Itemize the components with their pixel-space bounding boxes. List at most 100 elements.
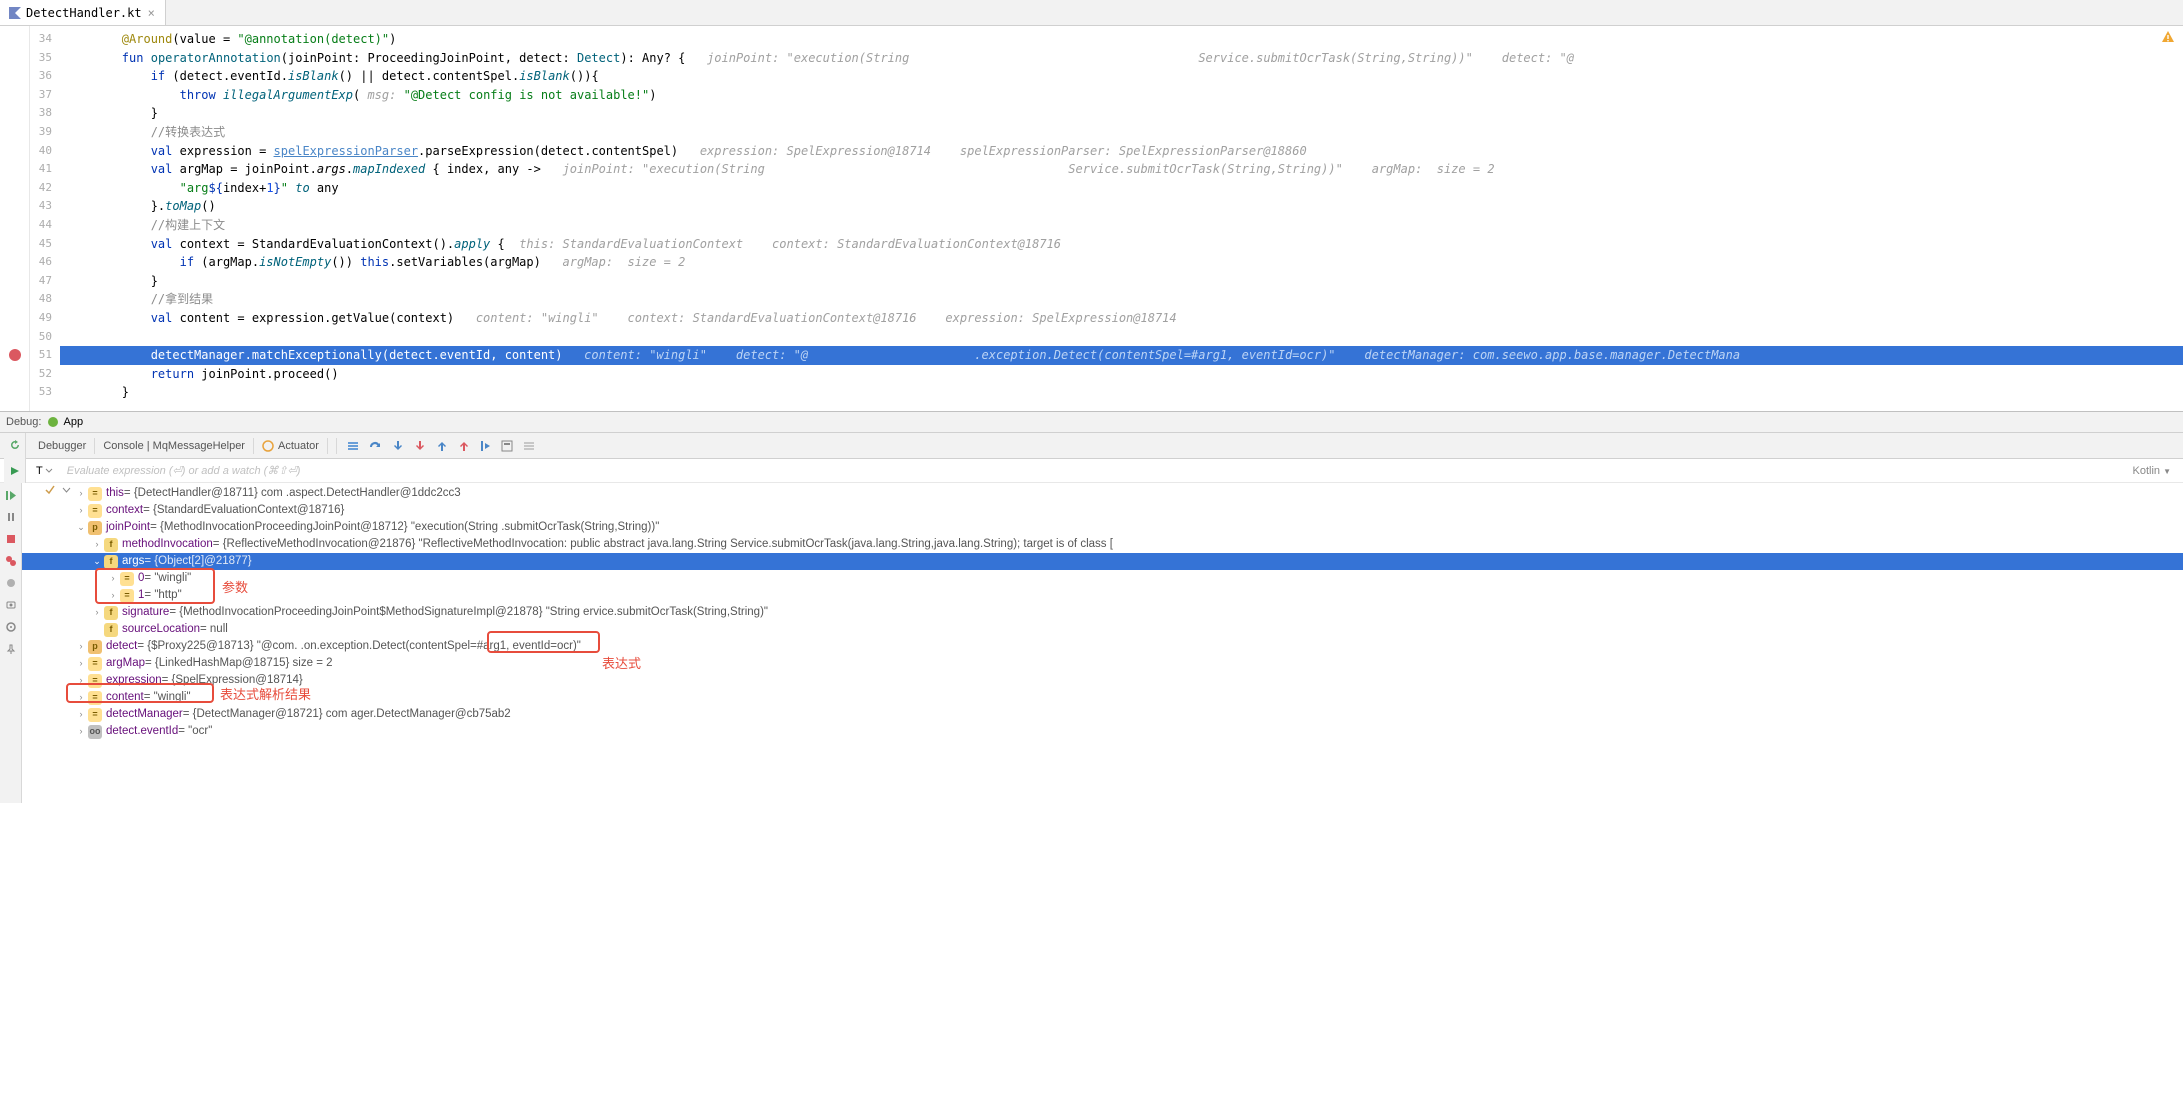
variable-badge: = <box>88 504 102 518</box>
language-selector[interactable]: Kotlin ▼ <box>2132 465 2179 477</box>
expand-arrow[interactable]: › <box>74 723 88 740</box>
settings-icon[interactable] <box>3 619 19 635</box>
expand-arrow[interactable]: › <box>74 502 88 519</box>
variable-row[interactable]: ›=expression = {SpelExpression@18714} <box>22 672 2183 689</box>
variable-value: = "wingli" <box>144 570 191 587</box>
close-tab-icon[interactable]: × <box>146 6 157 20</box>
variable-row[interactable]: ›=content = "wingli" <box>22 689 2183 706</box>
variable-badge: p <box>88 521 102 535</box>
drop-frame-icon[interactable] <box>455 438 471 454</box>
breakpoint-icon[interactable] <box>9 349 21 361</box>
code-line[interactable]: throw illegalArgumentExp( msg: "@Detect … <box>60 86 2183 105</box>
variable-name: context <box>106 502 143 519</box>
thread-selector[interactable]: T <box>30 463 59 479</box>
code-line[interactable]: val context = StandardEvaluationContext(… <box>60 235 2183 254</box>
code-line[interactable]: //构建上下文 <box>60 216 2183 235</box>
variable-row[interactable]: ›=1 = "http" <box>22 587 2183 604</box>
code-line[interactable]: "arg${index+1}" to any <box>60 179 2183 198</box>
expand-arrow[interactable]: › <box>106 587 120 604</box>
variable-badge: = <box>88 708 102 722</box>
trace-icon[interactable] <box>521 438 537 454</box>
variable-value: = {DetectManager@18721} com ager.DetectM… <box>183 706 511 723</box>
tab-debugger[interactable]: Debugger <box>30 438 95 454</box>
expand-arrow[interactable]: ⌄ <box>74 519 88 536</box>
run-to-cursor-icon[interactable] <box>477 438 493 454</box>
code-line[interactable]: val expression = spelExpressionParser.pa… <box>60 142 2183 161</box>
code-line[interactable]: //转换表达式 <box>60 123 2183 142</box>
chevron-down-icon <box>45 467 53 475</box>
variable-value: = "ocr" <box>178 723 212 740</box>
code-line[interactable]: @Around(value = "@annotation(detect)") <box>60 30 2183 49</box>
step-into-icon[interactable] <box>389 438 405 454</box>
variable-name: detect <box>106 638 137 655</box>
code-line[interactable]: }.toMap() <box>60 197 2183 216</box>
variable-badge: = <box>120 572 134 586</box>
code-line[interactable]: val content = expression.getValue(contex… <box>60 309 2183 328</box>
variable-row[interactable]: ›=this = {DetectHandler@18711} com .aspe… <box>22 485 2183 502</box>
variable-row[interactable]: ⌄fargs = {Object[2]@21877} <box>22 553 2183 570</box>
breakpoint-gutter[interactable] <box>0 26 30 411</box>
debug-config[interactable]: App <box>47 416 83 428</box>
variable-value: = {$Proxy225@18713} "@com. .on.exception… <box>137 638 581 655</box>
code-line[interactable]: } <box>60 104 2183 123</box>
expand-arrow[interactable]: › <box>106 570 120 587</box>
step-out-icon[interactable] <box>433 438 449 454</box>
variable-name: methodInvocation <box>122 536 213 553</box>
code-line[interactable]: } <box>60 272 2183 291</box>
variables-tree[interactable]: 参数 表达式 表达式解析结果 ›=this = {DetectHandler@1… <box>22 483 2183 803</box>
expand-arrow[interactable]: › <box>74 655 88 672</box>
code-line[interactable]: } <box>60 383 2183 402</box>
expand-arrow[interactable]: › <box>74 638 88 655</box>
variable-row[interactable]: ›pdetect = {$Proxy225@18713} "@com. .on.… <box>22 638 2183 655</box>
chevron-down-icon[interactable] <box>62 484 71 496</box>
rerun-icon[interactable] <box>7 437 23 453</box>
watch-bar: T Evaluate expression (⏎) or add a watch… <box>0 459 2183 483</box>
force-step-into-icon[interactable] <box>411 438 427 454</box>
code-line[interactable]: return joinPoint.proceed() <box>60 365 2183 384</box>
expand-arrow[interactable]: › <box>74 706 88 723</box>
actuator-icon <box>262 440 274 452</box>
step-over-icon[interactable] <box>367 438 383 454</box>
warning-icon[interactable] <box>2161 30 2175 44</box>
code-line[interactable] <box>60 328 2183 347</box>
get-thread-dump-icon[interactable] <box>3 597 19 613</box>
expand-arrow[interactable]: › <box>90 536 104 553</box>
variable-row[interactable]: ›=detectManager = {DetectManager@18721} … <box>22 706 2183 723</box>
evaluate-input[interactable]: Evaluate expression (⏎) or add a watch (… <box>63 464 2133 477</box>
debug-tool-window-header[interactable]: Debug: App <box>0 411 2183 433</box>
variable-row[interactable]: ›=0 = "wingli" <box>22 570 2183 587</box>
code-line[interactable]: fun operatorAnnotation(joinPoint: Procee… <box>60 49 2183 68</box>
expand-arrow[interactable]: ⌄ <box>90 553 104 570</box>
threads-icon[interactable] <box>345 438 361 454</box>
variable-row[interactable]: ›fsignature = {MethodInvocationProceedin… <box>22 604 2183 621</box>
variable-row[interactable]: ›=context = {StandardEvaluationContext@1… <box>22 502 2183 519</box>
variable-row[interactable]: ›oodetect.eventId = "ocr" <box>22 723 2183 740</box>
code-editor[interactable]: 3435363738394041424344454647484950515253… <box>0 26 2183 411</box>
code-line[interactable]: detectManager.matchExceptionally(detect.… <box>60 346 2183 365</box>
variable-row[interactable]: ⌄pjoinPoint = {MethodInvocationProceedin… <box>22 519 2183 536</box>
expand-arrow[interactable]: › <box>74 672 88 689</box>
modify-run-config-icon[interactable] <box>7 463 23 479</box>
view-breakpoints-icon[interactable] <box>3 553 19 569</box>
pause-icon[interactable] <box>3 509 19 525</box>
expand-arrow[interactable]: › <box>74 485 88 502</box>
evaluate-icon[interactable] <box>499 438 515 454</box>
expand-arrow[interactable]: › <box>90 604 104 621</box>
variable-row[interactable]: ›=argMap = {LinkedHashMap@18715} size = … <box>22 655 2183 672</box>
file-tab[interactable]: DetectHandler.kt × <box>0 0 166 25</box>
pin-tab-icon[interactable] <box>3 641 19 657</box>
variable-value: = "wingli" <box>144 689 191 706</box>
resume-icon[interactable] <box>3 487 19 503</box>
tab-console[interactable]: Console | MqMessageHelper <box>95 438 254 454</box>
code-line[interactable]: val argMap = joinPoint.args.mapIndexed {… <box>60 160 2183 179</box>
code-line[interactable]: //拿到结果 <box>60 290 2183 309</box>
mute-breakpoints-icon[interactable] <box>3 575 19 591</box>
variable-row[interactable]: fsourceLocation = null <box>22 621 2183 638</box>
code-line[interactable]: if (detect.eventId.isBlank() || detect.c… <box>60 67 2183 86</box>
tab-actuator[interactable]: Actuator <box>254 438 328 454</box>
stop-icon[interactable] <box>3 531 19 547</box>
expand-arrow[interactable]: › <box>74 689 88 706</box>
code-line[interactable]: if (argMap.isNotEmpty()) this.setVariabl… <box>60 253 2183 272</box>
variable-row[interactable]: ›fmethodInvocation = {ReflectiveMethodIn… <box>22 536 2183 553</box>
variables-panel: 参数 表达式 表达式解析结果 ›=this = {DetectHandler@1… <box>0 483 2183 803</box>
